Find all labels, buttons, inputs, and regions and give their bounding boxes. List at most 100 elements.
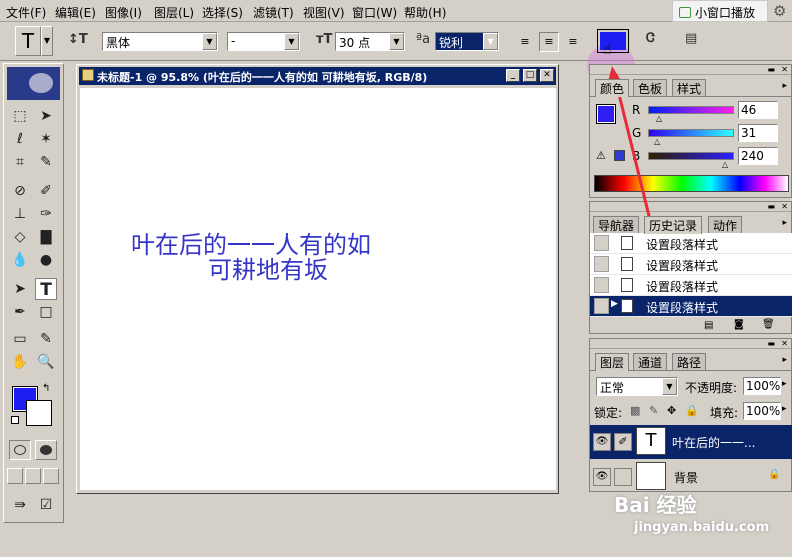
pen-tool-icon[interactable]: ✒ [9, 301, 31, 323]
text-tool-icon[interactable]: T [35, 278, 57, 300]
tab-swatches[interactable]: 色板 [633, 79, 668, 97]
font-style-select[interactable]: - ▼ [227, 32, 300, 51]
close-icon[interactable]: ✕ [540, 69, 554, 82]
palette-menu-icon[interactable]: ▸ [782, 218, 787, 228]
fill-arrow-icon[interactable]: ▸ [782, 404, 787, 414]
tab-layers[interactable]: 图层 [595, 353, 630, 371]
eraser-tool-icon[interactable]: ◇ [9, 226, 31, 248]
r-value-field[interactable]: 46 [738, 101, 778, 119]
tab-paths[interactable]: 路径 [672, 353, 707, 371]
history-item[interactable]: 设置段落样式 [590, 233, 792, 254]
brush-tool-icon[interactable]: ✐ [35, 180, 57, 202]
tab-styles[interactable]: 样式 [672, 79, 707, 97]
color-ramp[interactable] [594, 175, 789, 192]
tab-history[interactable]: 历史记录 [644, 216, 703, 234]
palette-minimize-icon[interactable]: ▬ [767, 65, 775, 74]
fill-field[interactable]: 100% [743, 402, 781, 420]
align-right-icon[interactable]: ≡ [563, 32, 583, 52]
palette-menu-icon[interactable]: ▸ [782, 81, 787, 91]
color-fg-swatch[interactable] [596, 104, 616, 124]
palettes-toggle-icon[interactable]: ▤ [685, 31, 697, 46]
menu-view[interactable]: 视图(V) [303, 4, 345, 21]
opacity-arrow-icon[interactable]: ▸ [782, 379, 787, 389]
path-select-icon[interactable]: ➤ [9, 278, 31, 300]
trash-icon[interactable]: 🗑 [762, 319, 775, 330]
eye-icon[interactable]: 👁 [593, 468, 611, 486]
layer-name[interactable]: 叶在后的一一... [672, 434, 755, 451]
layer-name[interactable]: 背景 [674, 469, 698, 486]
preset-dropdown-icon[interactable]: ▼ [41, 26, 53, 56]
lock-position-icon[interactable]: ✥ [667, 404, 676, 417]
slice-tool-icon[interactable]: ✎ [35, 151, 57, 173]
magic-wand-icon[interactable]: ✶ [35, 128, 57, 150]
align-center-icon[interactable]: ≡ [539, 32, 559, 52]
menu-filter[interactable]: 滤镜(T) [253, 4, 294, 21]
g-slider[interactable] [648, 129, 734, 137]
crop-tool-icon[interactable]: ⌗ [9, 151, 31, 173]
history-item[interactable]: 设置段落样式 [590, 254, 792, 275]
lock-transparency-icon[interactable]: ▩ [630, 404, 640, 417]
jump-to-app-icon[interactable]: ☑ [35, 494, 57, 516]
history-brush-icon[interactable]: ✑ [35, 203, 57, 225]
swap-colors-icon[interactable]: ↰ [42, 383, 50, 394]
hand-tool-icon[interactable]: ✋ [9, 351, 31, 373]
screen-mode-standard-icon[interactable] [7, 468, 23, 484]
antialias-select[interactable]: 锐利 ▼ [435, 32, 499, 51]
r-slider[interactable] [648, 106, 734, 114]
quickmask-mode-icon[interactable] [35, 440, 57, 460]
menu-file[interactable]: 文件(F) [6, 4, 46, 21]
layer-link-box[interactable] [614, 468, 632, 486]
zoom-tool-icon[interactable]: 🔍 [35, 351, 57, 373]
font-size-select[interactable]: 30 点 ▼ [335, 32, 405, 51]
gamut-swatch[interactable] [614, 150, 625, 161]
palette-minimize-icon[interactable]: ▬ [767, 339, 775, 348]
warning-icon[interactable]: ⚠ [596, 149, 606, 162]
b-value-field[interactable]: 240 [738, 147, 778, 165]
marquee-tool-icon[interactable]: ⬚ [9, 105, 31, 127]
layer-row-text[interactable]: 👁 ✐ T 叶在后的一一... [590, 425, 792, 459]
r-slider-handle[interactable]: △ [656, 114, 662, 123]
menu-window[interactable]: 窗口(W) [352, 4, 397, 21]
tab-channels[interactable]: 通道 [633, 353, 668, 371]
tab-color[interactable]: 颜色 [595, 79, 630, 97]
tab-actions[interactable]: 动作 [708, 216, 743, 234]
menu-edit[interactable]: 编辑(E) [55, 4, 96, 21]
history-item-selected[interactable]: ▶ 设置段落样式 [590, 296, 792, 317]
blend-mode-select[interactable]: 正常 ▼ [596, 377, 678, 396]
b-slider-handle[interactable]: △ [722, 160, 728, 169]
align-left-icon[interactable]: ≡ [515, 32, 535, 52]
tab-navigator[interactable]: 导航器 [593, 216, 640, 234]
background-color[interactable] [26, 400, 52, 426]
dodge-tool-icon[interactable]: ● [35, 249, 57, 271]
palette-minimize-icon[interactable]: ▬ [767, 202, 775, 211]
mini-play-button[interactable]: 小窗口播放 [672, 0, 768, 22]
lock-all-icon[interactable]: 🔒 [685, 404, 699, 417]
maximize-icon[interactable]: □ [523, 69, 537, 82]
menu-layer[interactable]: 图层(L) [154, 4, 194, 21]
text-orientation-icon[interactable]: ↕T [68, 32, 88, 47]
minimize-icon[interactable]: _ [506, 69, 520, 82]
history-item[interactable]: 设置段落样式 [590, 275, 792, 296]
canvas-text-line-2[interactable]: 可耕地有坂 [208, 250, 328, 285]
palette-close-icon[interactable]: ✕ [781, 202, 788, 211]
eyedropper-icon[interactable]: ✎ [35, 328, 57, 350]
notes-tool-icon[interactable]: ▭ [9, 328, 31, 350]
gradient-tool-icon[interactable]: ▇ [35, 226, 57, 248]
palette-close-icon[interactable]: ✕ [781, 339, 788, 348]
lasso-tool-icon[interactable]: ℓ [9, 128, 31, 150]
move-tool-icon[interactable]: ➤ [35, 105, 57, 127]
palette-close-icon[interactable]: ✕ [781, 65, 788, 74]
eye-icon[interactable]: 👁 [593, 433, 611, 451]
font-family-select[interactable]: 黑体 ▼ [102, 32, 218, 51]
default-colors-icon[interactable] [11, 416, 19, 424]
text-color-swatch[interactable] [597, 29, 629, 53]
snapshot-icon[interactable]: ◙ [734, 319, 744, 330]
tool-preset-text-icon[interactable]: T [15, 26, 41, 56]
menu-select[interactable]: 选择(S) [202, 4, 243, 21]
brush-link-icon[interactable]: ✐ [614, 433, 632, 451]
menu-help[interactable]: 帮助(H) [404, 4, 446, 21]
menu-image[interactable]: 图像(I) [105, 4, 142, 21]
standard-mode-icon[interactable] [9, 440, 31, 460]
blur-tool-icon[interactable]: 💧 [9, 249, 31, 271]
palette-menu-icon[interactable]: ▸ [782, 355, 787, 365]
